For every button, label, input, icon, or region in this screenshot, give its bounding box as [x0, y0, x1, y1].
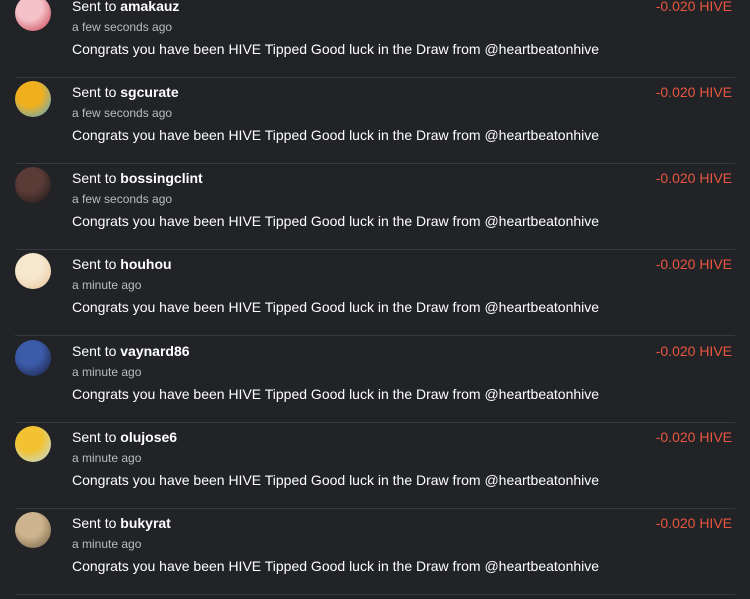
recipient-username[interactable]: bossingclint	[120, 170, 202, 186]
memo-text: Congrats you have been HIVE Tipped Good …	[72, 127, 600, 143]
transfer-row: Sent to bossingclint a few seconds ago C…	[0, 164, 750, 250]
avatar[interactable]	[15, 426, 51, 462]
memo-text: Congrats you have been HIVE Tipped Good …	[72, 558, 600, 574]
timestamp: a minute ago	[72, 451, 142, 465]
sent-to-label: Sent to	[72, 515, 117, 531]
transfer-title: Sent to sgcurate	[72, 83, 179, 101]
timestamp: a minute ago	[72, 278, 142, 292]
recipient-username[interactable]: houhou	[120, 256, 171, 272]
memo-text: Congrats you have been HIVE Tipped Good …	[72, 41, 600, 57]
recipient-username[interactable]: amakauz	[120, 0, 179, 14]
avatar[interactable]	[15, 81, 51, 117]
transfer-row: Sent to amakauz a few seconds ago Congra…	[0, 0, 750, 78]
divider	[15, 594, 735, 595]
recipient-username[interactable]: sgcurate	[120, 84, 178, 100]
transfer-row: Sent to vaynard86 a minute ago Congrats …	[0, 337, 750, 423]
sent-to-label: Sent to	[72, 429, 117, 445]
sent-to-label: Sent to	[72, 170, 117, 186]
avatar[interactable]	[15, 253, 51, 289]
transfer-row: Sent to bukyrat a minute ago Congrats yo…	[0, 509, 750, 595]
recipient-username[interactable]: olujose6	[120, 429, 177, 445]
avatar[interactable]	[15, 512, 51, 548]
memo-text: Congrats you have been HIVE Tipped Good …	[72, 213, 600, 229]
sent-to-label: Sent to	[72, 84, 117, 100]
transfer-title: Sent to houhou	[72, 255, 172, 273]
transfer-title: Sent to vaynard86	[72, 342, 190, 360]
transfer-row: Sent to houhou a minute ago Congrats you…	[0, 250, 750, 336]
amount: -0.020 HIVE	[655, 170, 732, 186]
timestamp: a few seconds ago	[72, 20, 173, 34]
memo-text: Congrats you have been HIVE Tipped Good …	[72, 472, 600, 488]
transfer-title: Sent to olujose6	[72, 428, 177, 446]
transfer-history-list: Sent to amakauz a few seconds ago Congra…	[0, 0, 750, 599]
transfer-title: Sent to bukyrat	[72, 514, 171, 532]
avatar[interactable]	[15, 340, 51, 376]
transfer-title: Sent to bossingclint	[72, 169, 203, 187]
memo-text: Congrats you have been HIVE Tipped Good …	[72, 299, 600, 315]
transfer-row: Sent to olujose6 a minute ago Congrats y…	[0, 423, 750, 509]
recipient-username[interactable]: vaynard86	[120, 343, 189, 359]
divider	[15, 335, 735, 336]
sent-to-label: Sent to	[72, 256, 117, 272]
timestamp: a few seconds ago	[72, 106, 173, 120]
timestamp: a minute ago	[72, 365, 142, 379]
sent-to-label: Sent to	[72, 0, 117, 14]
avatar[interactable]	[15, 167, 51, 203]
amount: -0.020 HIVE	[655, 256, 732, 272]
avatar[interactable]	[15, 0, 51, 31]
amount: -0.020 HIVE	[655, 84, 732, 100]
amount: -0.020 HIVE	[655, 429, 732, 445]
recipient-username[interactable]: bukyrat	[120, 515, 171, 531]
amount: -0.020 HIVE	[655, 0, 732, 14]
timestamp: a few seconds ago	[72, 192, 173, 206]
amount: -0.020 HIVE	[655, 343, 732, 359]
timestamp: a minute ago	[72, 537, 142, 551]
transfer-row: Sent to sgcurate a few seconds ago Congr…	[0, 78, 750, 164]
amount: -0.020 HIVE	[655, 515, 732, 531]
sent-to-label: Sent to	[72, 343, 117, 359]
transfer-title: Sent to amakauz	[72, 0, 179, 15]
memo-text: Congrats you have been HIVE Tipped Good …	[72, 386, 600, 402]
